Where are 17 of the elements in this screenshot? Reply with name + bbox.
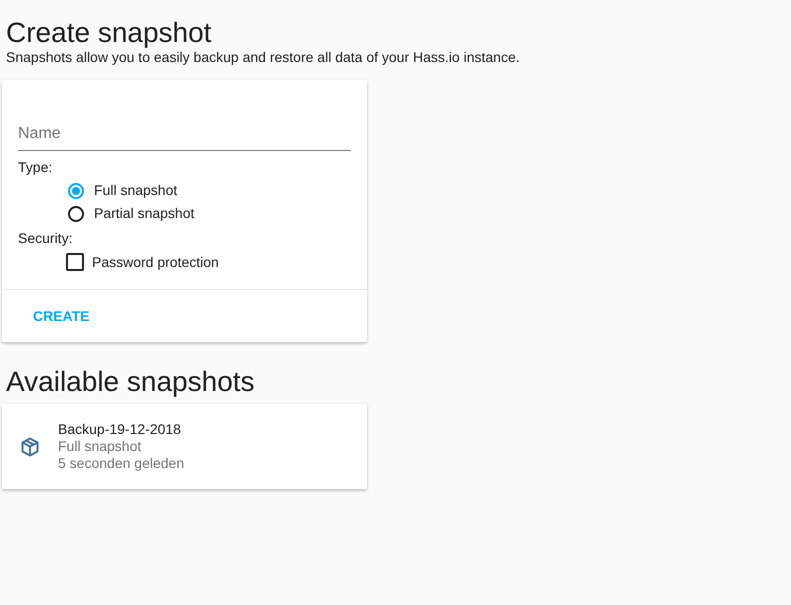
type-label: Type: <box>18 158 54 176</box>
security-label: Security: <box>18 229 74 247</box>
radio-button[interactable] <box>68 182 84 198</box>
radio-label[interactable]: Partial snapshot <box>94 203 194 224</box>
cube-icon <box>20 436 40 456</box>
checkbox-label[interactable]: Password protection <box>92 252 219 272</box>
snapshot-time: 5 seconden geleden <box>58 455 184 472</box>
radio-button[interactable] <box>68 206 84 222</box>
section-title: Create snapshot <box>6 17 212 49</box>
radio-label[interactable]: Full snapshot <box>94 180 178 201</box>
snapshot-card[interactable]: Backup-19-12-2018 Full snapshot 5 seconden geleden <box>2 404 367 489</box>
section-description: Snapshots allow you to easily backup and restore all data of your Hass.io instance. <box>6 49 521 65</box>
section-title: Available snapshots <box>6 366 256 398</box>
name-input[interactable]: Name <box>18 117 351 151</box>
snapshot-type: Full snapshot <box>58 438 142 455</box>
snapshot-name: Backup-19-12-2018 <box>58 421 182 438</box>
checkbox[interactable] <box>66 253 84 271</box>
